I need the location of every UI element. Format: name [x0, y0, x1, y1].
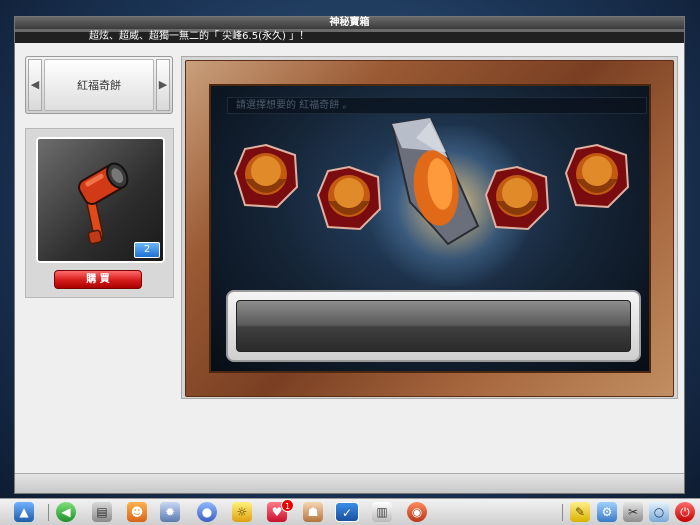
party-icon[interactable]: ☗ [303, 502, 323, 522]
fortune-cookie-icon[interactable] [564, 143, 630, 209]
selected-fortune-cookie-icon[interactable] [386, 118, 486, 248]
fortune-cookie-icon[interactable] [484, 165, 550, 231]
search-icon[interactable]: ○ [649, 502, 669, 522]
selection-panel: 請選擇想要的 紅福奇餅 。 [181, 56, 678, 399]
settings-icon[interactable]: ⚙ [597, 502, 617, 522]
announcement-text: 超炫、超威、超獨一無二的「 尖峰6.5(永久) 」！ [89, 31, 310, 42]
power-icon[interactable]: ⏻ [675, 502, 695, 522]
quest-icon[interactable]: ● [197, 502, 217, 522]
item-preview: 2 [36, 137, 165, 263]
shop-cart-icon[interactable]: ▤ [92, 502, 112, 522]
wooden-frame: 請選擇想要的 紅福奇餅 。 [185, 60, 674, 397]
buy-button[interactable]: 購 買 [54, 270, 142, 289]
window-title: 神秘寶箱 [15, 17, 684, 29]
result-display [236, 300, 631, 352]
game-taskbar: ▲ ◀ ▤ ☻ ✹ ● ☼ ♥ 1 ☗ ✓ ▥ ◉ ✎ ⚙ ✂ ○ ⏻ [0, 498, 700, 525]
character-icon[interactable]: ☻ [127, 502, 147, 522]
mystery-box-window: 神秘寶箱 超炫、超威、超獨一無二的「 尖峰6.5(永久) 」！ ◀ 紅福奇餅 ▶… [14, 16, 685, 494]
selected-item-label: 紅福奇餅 [44, 59, 154, 111]
event-icon[interactable]: ◉ [407, 502, 427, 522]
item-panel: 2 購 買 [25, 128, 174, 298]
fortune-cookie-icon[interactable] [233, 143, 299, 209]
hammer-item-icon [78, 162, 129, 245]
back-arrow-icon[interactable]: ◀ [56, 502, 76, 522]
item-selector: ◀ 紅福奇餅 ▶ [25, 56, 173, 114]
announcement-bar: 超炫、超威、超獨一無二的「 尖峰6.5(永久) 」！ [15, 29, 684, 43]
skill-gears-icon[interactable]: ✹ [160, 502, 180, 522]
selection-prompt: 請選擇想要的 紅福奇餅 。 [227, 97, 647, 114]
notification-badge: 1 [281, 499, 294, 512]
tools-icon[interactable]: ✂ [623, 502, 643, 522]
taskbar-separator [562, 504, 563, 521]
cookie-display: 請選擇想要的 紅福奇餅 。 [209, 84, 651, 373]
maplestory-logo-icon[interactable]: ▲ [14, 502, 34, 522]
prev-item-button[interactable]: ◀ [28, 59, 42, 111]
taskbar-separator [48, 504, 49, 521]
fortune-cookie-icon[interactable] [316, 165, 382, 231]
notepad-icon[interactable]: ✎ [570, 502, 590, 522]
window-footer [15, 473, 684, 493]
book-icon[interactable]: ▥ [372, 502, 392, 522]
next-item-button[interactable]: ▶ [156, 59, 170, 111]
pet-icon[interactable]: ☼ [232, 502, 252, 522]
quantity-badge: 2 [134, 242, 160, 258]
result-box [226, 290, 641, 362]
inventory-icon[interactable]: ✓ [335, 502, 359, 522]
